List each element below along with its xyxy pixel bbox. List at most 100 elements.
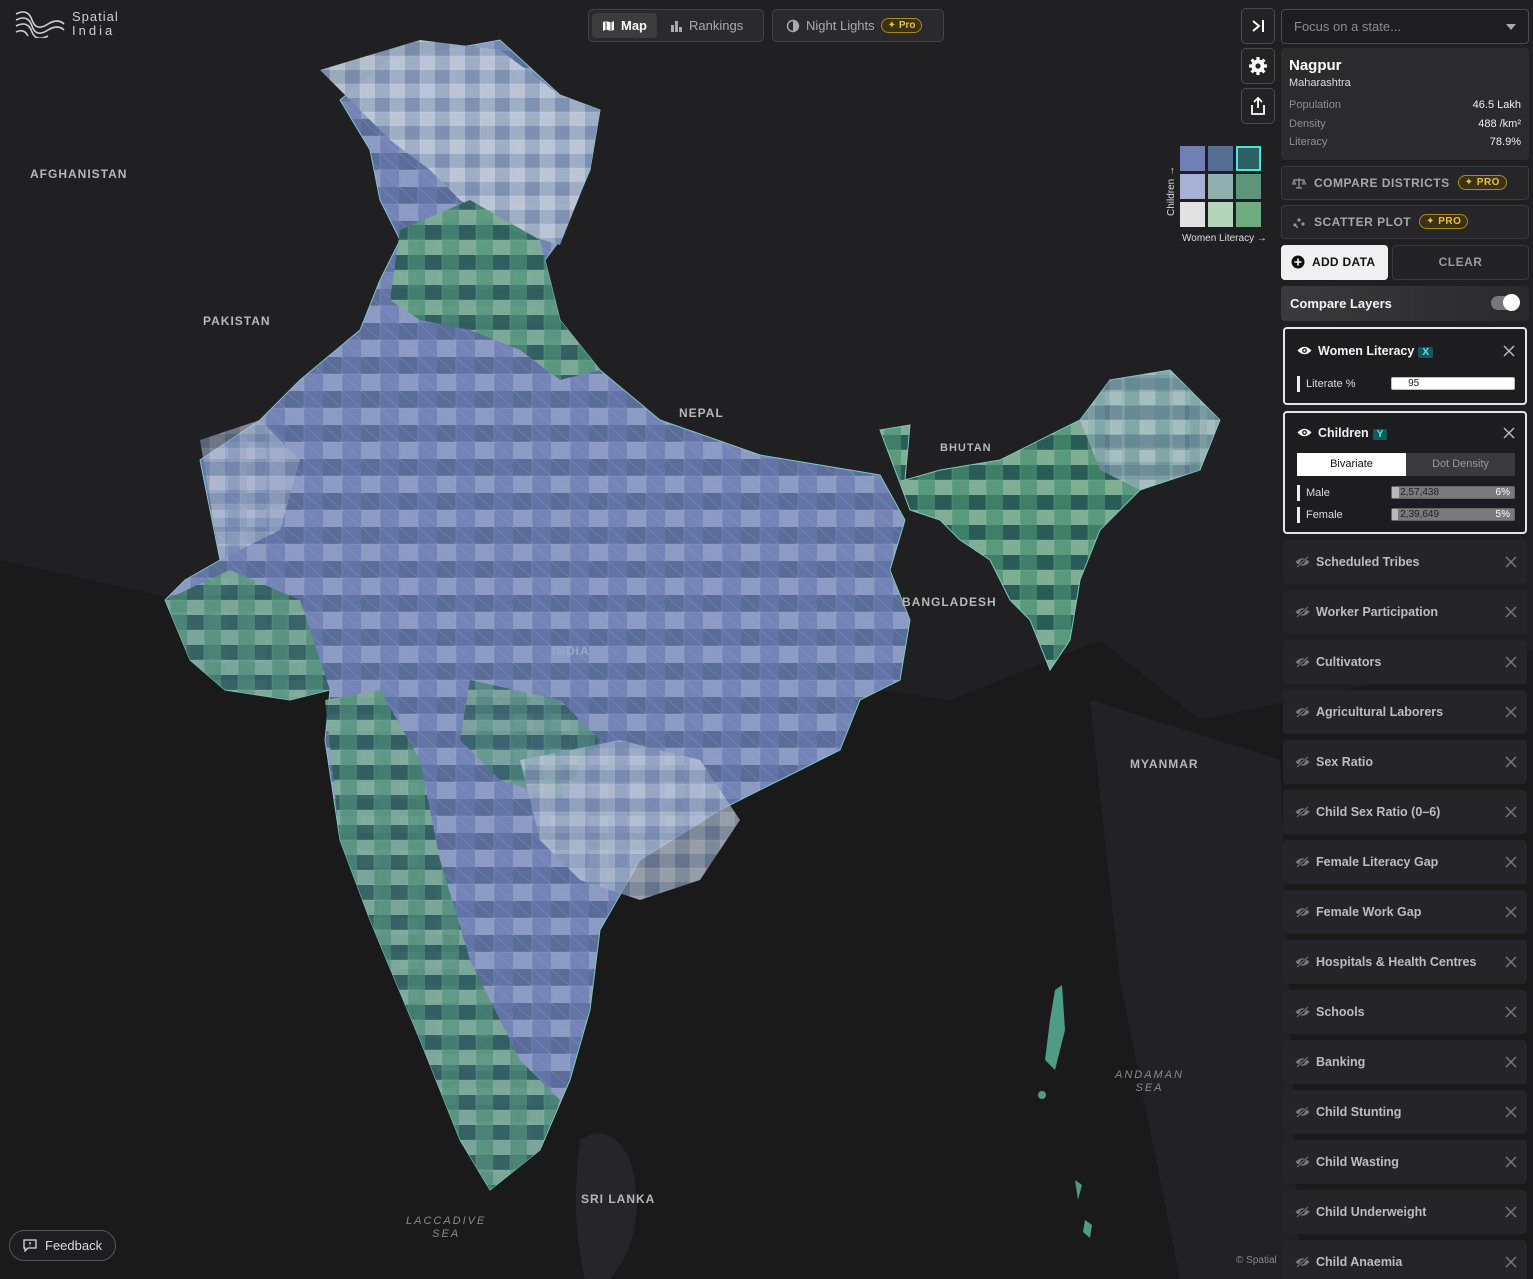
eye-off-icon[interactable] bbox=[1295, 955, 1310, 968]
compare-layers-toggle[interactable] bbox=[1491, 294, 1520, 311]
eye-off-icon[interactable] bbox=[1295, 605, 1310, 618]
close-icon[interactable] bbox=[1505, 555, 1517, 568]
compare-districts-button[interactable]: COMPARE DISTRICTS ✦ PRO bbox=[1281, 165, 1529, 200]
side-panel: Focus on a state... Nagpur Maharashtra P… bbox=[1281, 9, 1529, 1279]
close-icon[interactable] bbox=[1505, 955, 1517, 968]
eye-icon[interactable] bbox=[1297, 427, 1312, 438]
population-value: 46.5 Lakh bbox=[1472, 99, 1521, 111]
label-andaman-sea: ANDAMAN SEA bbox=[1115, 1069, 1184, 1095]
eye-off-icon[interactable] bbox=[1295, 1155, 1310, 1168]
scatter-plot-button[interactable]: SCATTER PLOT ✦ PRO bbox=[1281, 204, 1529, 239]
mode-bivariate[interactable]: Bivariate bbox=[1297, 452, 1406, 476]
close-icon[interactable] bbox=[1505, 755, 1517, 768]
rankings-view-button[interactable]: Rankings bbox=[660, 13, 753, 38]
close-icon[interactable] bbox=[1503, 344, 1515, 357]
attribution[interactable]: © Spatial bbox=[1236, 1255, 1277, 1266]
legend-cell bbox=[1180, 146, 1205, 171]
layer-item[interactable]: Child Anaemia bbox=[1283, 1239, 1527, 1279]
close-icon[interactable] bbox=[1505, 905, 1517, 918]
eye-off-icon[interactable] bbox=[1295, 1255, 1310, 1268]
eye-off-icon[interactable] bbox=[1295, 555, 1310, 568]
label-laccadive-line2: SEA bbox=[432, 1228, 461, 1240]
close-icon[interactable] bbox=[1505, 1205, 1517, 1218]
layer-item[interactable]: Banking bbox=[1283, 1039, 1527, 1084]
close-icon[interactable] bbox=[1505, 1155, 1517, 1168]
settings-button[interactable] bbox=[1241, 48, 1275, 84]
male-label: Male bbox=[1305, 486, 1330, 499]
pro-badge: ✦ Pro bbox=[880, 18, 923, 33]
female-label: Female bbox=[1305, 508, 1343, 521]
layer-item[interactable]: Child Sex Ratio (0–6) bbox=[1283, 789, 1527, 834]
compare-layers-row: Compare Layers bbox=[1281, 285, 1529, 321]
close-icon[interactable] bbox=[1505, 655, 1517, 668]
layer-item[interactable]: Female Literacy Gap bbox=[1283, 839, 1527, 884]
close-icon[interactable] bbox=[1503, 426, 1515, 439]
message-icon bbox=[23, 1239, 37, 1252]
eye-off-icon[interactable] bbox=[1295, 1055, 1310, 1068]
close-icon[interactable] bbox=[1505, 1105, 1517, 1118]
row-marker bbox=[1297, 375, 1300, 392]
label-india: INDIA bbox=[552, 644, 590, 658]
clear-button[interactable]: CLEAR bbox=[1392, 244, 1529, 280]
layer-title: Female Literacy Gap bbox=[1316, 854, 1439, 869]
male-pct: 6% bbox=[1495, 487, 1510, 498]
state-focus-select[interactable]: Focus on a state... bbox=[1281, 9, 1529, 44]
layer-item[interactable]: Agricultural Laborers bbox=[1283, 689, 1527, 734]
row-marker bbox=[1297, 484, 1300, 501]
close-icon[interactable] bbox=[1505, 855, 1517, 868]
layer-item[interactable]: Cultivators bbox=[1283, 639, 1527, 684]
add-data-label: ADD DATA bbox=[1312, 255, 1376, 269]
close-icon[interactable] bbox=[1505, 705, 1517, 718]
eye-off-icon[interactable] bbox=[1295, 1205, 1310, 1218]
layer-item[interactable]: Sex Ratio bbox=[1283, 739, 1527, 784]
pro-badge: ✦ PRO bbox=[1457, 175, 1507, 190]
eye-off-icon[interactable] bbox=[1295, 1105, 1310, 1118]
logo[interactable]: Spatial India bbox=[14, 10, 119, 38]
layer-header: Banking bbox=[1295, 1040, 1517, 1084]
bivariate-legend: Children → Women Literacy → bbox=[1166, 146, 1276, 246]
layer-item[interactable]: Child Stunting bbox=[1283, 1089, 1527, 1134]
eye-off-icon[interactable] bbox=[1295, 755, 1310, 768]
eye-icon[interactable] bbox=[1297, 345, 1312, 356]
eye-off-icon[interactable] bbox=[1295, 905, 1310, 918]
literacy-value: 78.9% bbox=[1489, 136, 1521, 148]
eye-off-icon[interactable] bbox=[1295, 855, 1310, 868]
close-icon[interactable] bbox=[1505, 805, 1517, 818]
add-data-button[interactable]: ADD DATA bbox=[1281, 244, 1388, 280]
female-slider[interactable]: 2,39,649 5% bbox=[1391, 508, 1515, 521]
mode-dot-density[interactable]: Dot Density bbox=[1406, 452, 1515, 476]
layer-item[interactable]: Child Underweight bbox=[1283, 1189, 1527, 1234]
label-andaman-line1: ANDAMAN bbox=[1115, 1069, 1185, 1081]
map-view-button[interactable]: Map bbox=[592, 13, 657, 38]
label-andaman-line2: SEA bbox=[1135, 1082, 1164, 1094]
male-slider[interactable]: 2,57,438 6% bbox=[1391, 486, 1515, 499]
eye-off-icon[interactable] bbox=[1295, 655, 1310, 668]
label-laccadive-sea: LACCADIVE SEA bbox=[406, 1215, 486, 1241]
close-icon[interactable] bbox=[1505, 1055, 1517, 1068]
layer-item[interactable]: Schools bbox=[1283, 989, 1527, 1034]
close-icon[interactable] bbox=[1505, 605, 1517, 618]
logo-icon bbox=[15, 11, 65, 38]
compare-districts-label: COMPARE DISTRICTS bbox=[1314, 175, 1450, 190]
layer-item[interactable]: Worker Participation bbox=[1283, 589, 1527, 634]
night-lights-button[interactable]: Night Lights ✦ Pro bbox=[776, 13, 932, 38]
feedback-button[interactable]: Feedback bbox=[9, 1230, 117, 1261]
eye-off-icon[interactable] bbox=[1295, 1005, 1310, 1018]
layer-item[interactable]: Scheduled Tribes bbox=[1283, 539, 1527, 584]
eye-off-icon[interactable] bbox=[1295, 805, 1310, 818]
share-button[interactable] bbox=[1241, 88, 1275, 124]
layer-title: Sex Ratio bbox=[1316, 754, 1373, 769]
literate-slider[interactable]: 95 bbox=[1391, 377, 1515, 390]
scatter-icon bbox=[1293, 217, 1305, 228]
layer-item[interactable]: Female Work Gap bbox=[1283, 889, 1527, 934]
close-icon[interactable] bbox=[1505, 1255, 1517, 1268]
layer-item[interactable]: Hospitals & Health Centres bbox=[1283, 939, 1527, 984]
layer-title: Scheduled Tribes bbox=[1316, 554, 1420, 569]
layer-item[interactable]: Child Wasting bbox=[1283, 1139, 1527, 1184]
label-bangladesh: BANGLADESH bbox=[902, 595, 997, 609]
layer-title: Child Wasting bbox=[1316, 1154, 1399, 1169]
eye-off-icon[interactable] bbox=[1295, 705, 1310, 718]
legend-cell bbox=[1236, 174, 1261, 199]
close-icon[interactable] bbox=[1505, 1005, 1517, 1018]
collapse-panel-button[interactable] bbox=[1241, 8, 1275, 44]
